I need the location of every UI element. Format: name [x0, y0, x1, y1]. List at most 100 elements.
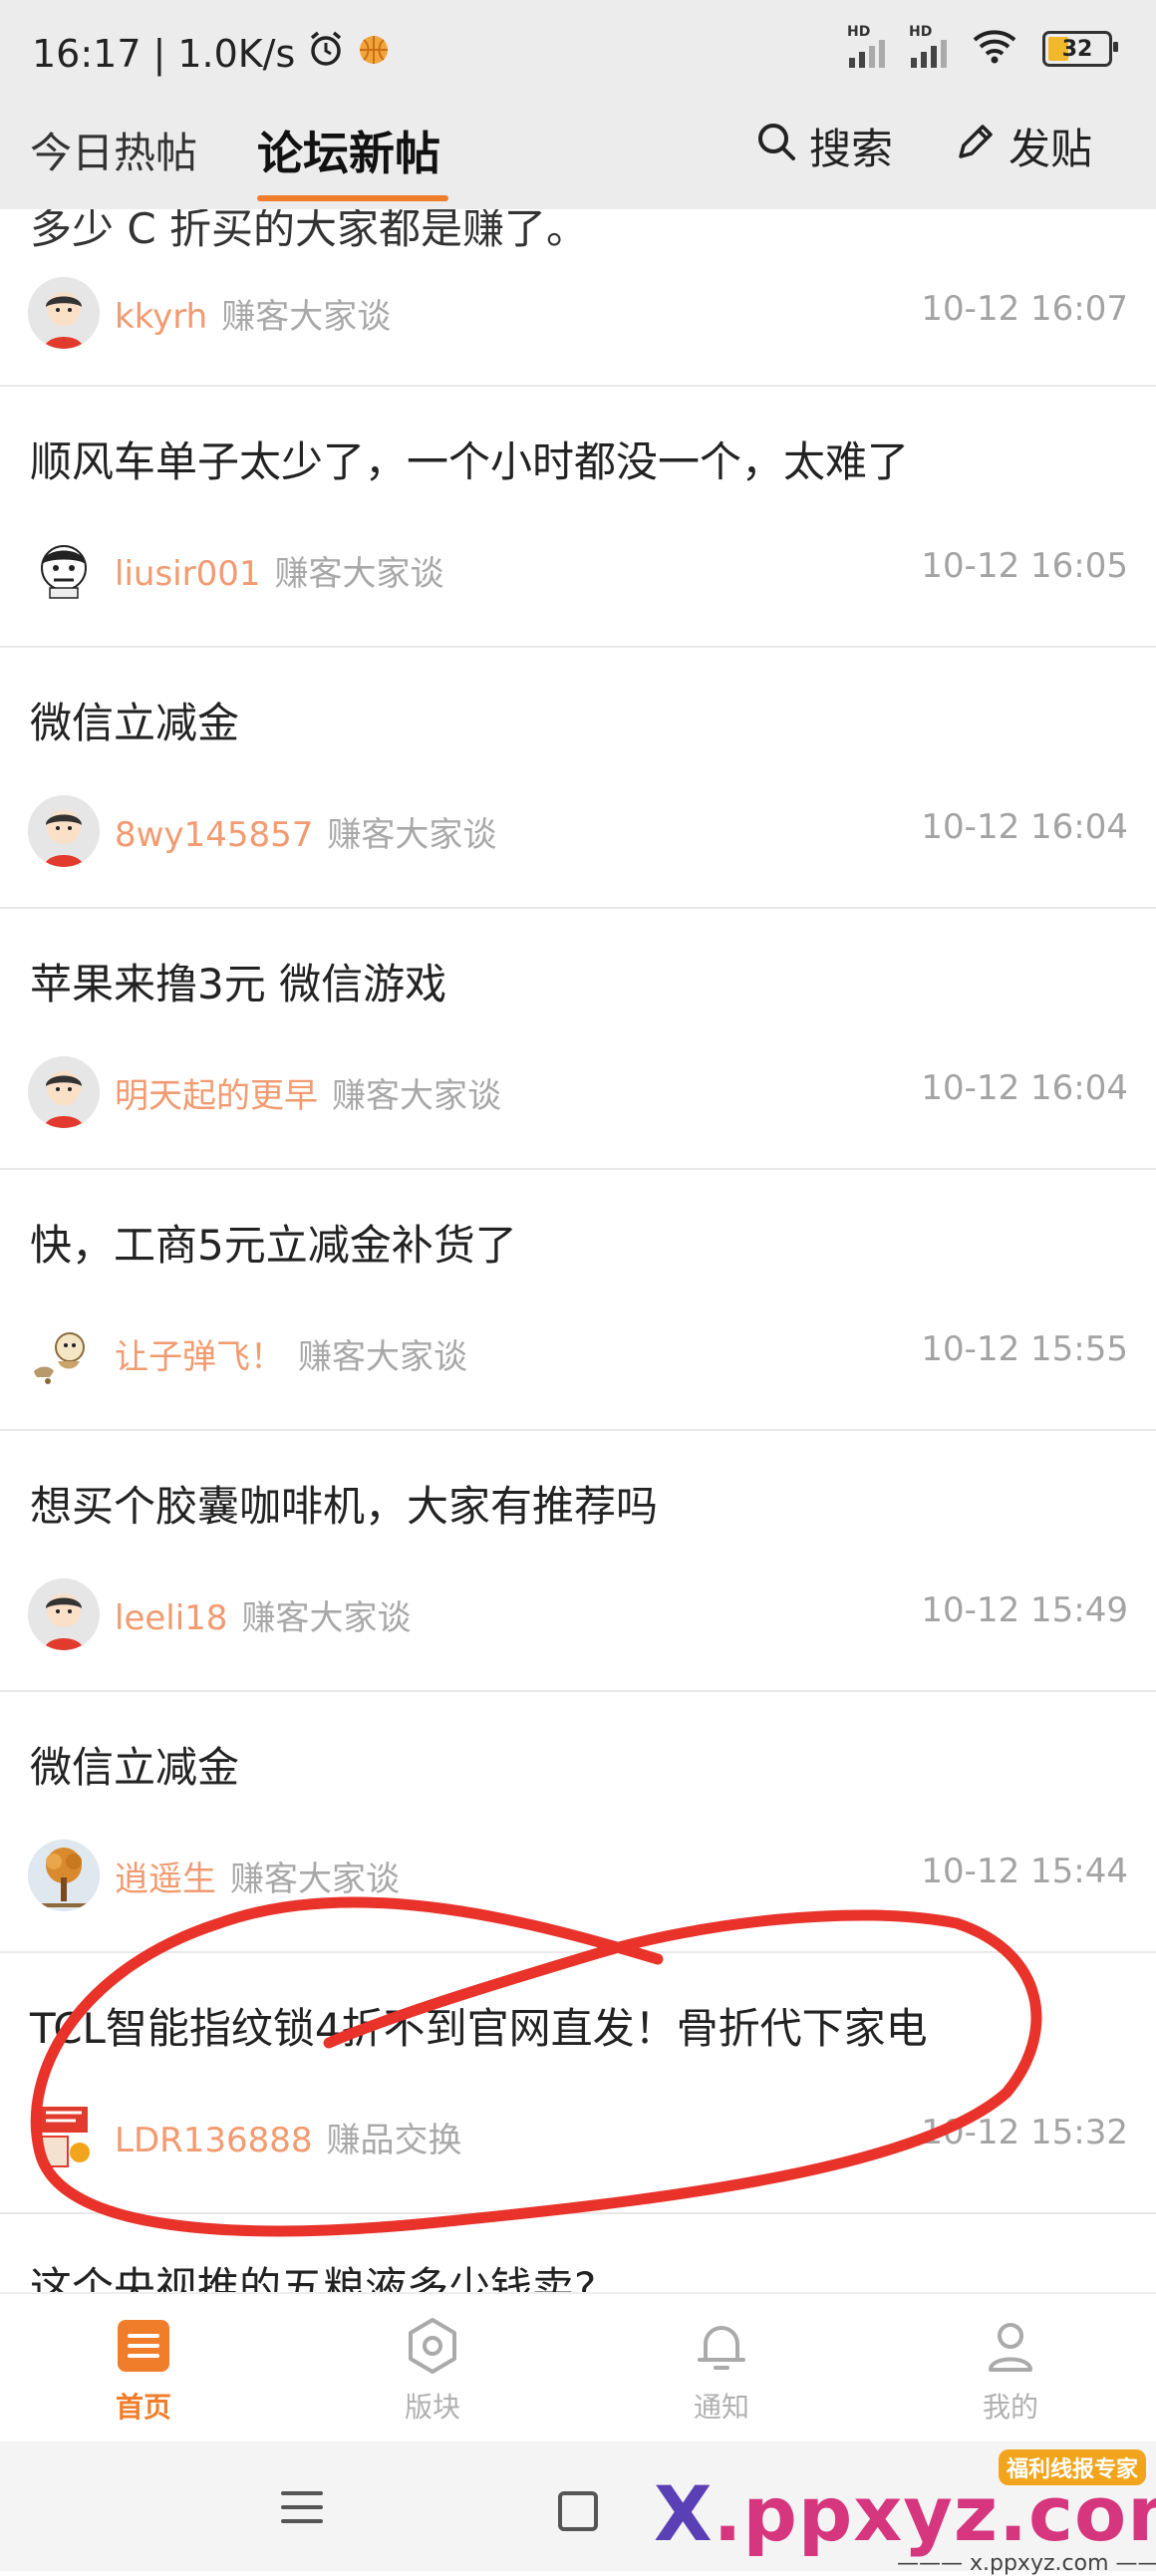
status-separator: | — [152, 31, 166, 76]
post-time: 10-12 15:49 — [921, 1590, 1128, 1630]
post-item[interactable]: 顺风车单子太少了，一个小时都没一个，太难了 liusir001 赚客大家谈 10-… — [0, 385, 1156, 648]
author-name[interactable]: LDR136888 — [115, 2121, 313, 2160]
home-icon — [114, 2320, 173, 2380]
menu-icon[interactable] — [281, 2489, 323, 2529]
post-title[interactable]: 顺风车单子太少了，一个小时都没一个，太难了 — [30, 429, 909, 489]
new-post-button[interactable]: 发贴 — [955, 116, 1092, 176]
post-item[interactable]: TCL智能指纹锁4折不到官网直发！骨折代下家电 LDR136888 赚品交换 10… — [0, 1951, 1156, 2214]
avatar[interactable] — [28, 1056, 100, 1128]
post-item[interactable]: 这个央视推的五粮液多少钱卖? — [0, 2212, 1156, 2292]
board-name[interactable]: 赚客大家谈 — [298, 1337, 467, 1377]
post-item[interactable]: 快，工商5元立减金补货了 让子弹飞！ 赚客大家谈 10-12 15:55 — [0, 1168, 1156, 1431]
avatar[interactable] — [28, 2101, 100, 2172]
post-time: 10-12 15:32 — [921, 2113, 1128, 2152]
post-title[interactable]: 这个央视推的五粮液多少钱卖? — [30, 2254, 596, 2292]
hd-label-2: HD — [909, 24, 933, 40]
status-left: 16:17 | 1.0K/s — [32, 30, 391, 77]
post-title[interactable]: 苹果来撸3元 微信游戏 — [30, 951, 446, 1011]
battery-level: 32 — [1061, 36, 1093, 62]
board-name[interactable]: 赚客大家谈 — [327, 815, 496, 855]
post-title[interactable]: 微信立减金 — [30, 1734, 239, 1795]
top-nav: 今日热帖 论坛新帖 搜索 发贴 — [0, 110, 1156, 209]
post-meta: liusir001 赚客大家谈 10-12 16:05 — [0, 526, 1156, 616]
board-name[interactable]: 赚品交换 — [327, 2121, 462, 2160]
alarm-icon — [307, 30, 345, 77]
post-meta: LDR136888 赚品交换 10-12 15:32 — [0, 2093, 1156, 2182]
author-name[interactable]: 明天起的更早 — [115, 1076, 318, 1116]
post-meta: 8wy145857 赚客大家谈 10-12 16:04 — [0, 787, 1156, 877]
status-bar: 16:17 | 1.0K/s HD HD 32 — [0, 0, 1156, 110]
bottom-tab-profile[interactable]: 我的 — [931, 2316, 1090, 2426]
post-title[interactable]: TCL智能指纹锁4折不到官网直发！骨折代下家电 — [30, 1995, 928, 2056]
author-name[interactable]: 逍遥生 — [115, 1860, 216, 1899]
author-line: 8wy145857 赚客大家谈 — [115, 807, 496, 856]
tab-forum-new[interactable]: 论坛新帖 — [257, 118, 440, 183]
cut-off-post-title[interactable]: 多少 C 折买的大家都是赚了。 — [30, 209, 588, 256]
author-name[interactable]: leeli18 — [115, 1598, 227, 1638]
status-speed: 1.0K/s — [177, 31, 296, 76]
signal-icon: HD — [847, 24, 885, 68]
watermark-tag: 福利线报专家 — [998, 2449, 1146, 2485]
author-name[interactable]: 让子弹飞！ — [115, 1337, 284, 1377]
bottom-tab-label: 首页 — [115, 2391, 171, 2424]
post-label: 发贴 — [1009, 125, 1093, 173]
post-time: 10-12 16:04 — [921, 807, 1128, 847]
bottom-tab-label: 通知 — [693, 2391, 749, 2424]
author-name[interactable]: 8wy145857 — [115, 815, 313, 855]
post-meta: 明天起的更早 赚客大家谈 10-12 16:04 — [0, 1048, 1156, 1138]
bottom-nav: 首页 版块 通知 我的 — [0, 2292, 1156, 2443]
post-title[interactable]: 微信立减金 — [30, 690, 239, 750]
board-name[interactable]: 赚客大家谈 — [332, 1076, 501, 1116]
avatar[interactable] — [28, 1317, 100, 1389]
author-line: 逍遥生 赚客大家谈 — [115, 1852, 400, 1900]
post-item[interactable]: 想买个胶囊咖啡机，大家有推荐吗 leeli18 赚客大家谈 10-12 15:49 — [0, 1429, 1156, 1692]
avatar[interactable] — [28, 1840, 100, 1911]
post-list: 多少 C 折买的大家都是赚了。 kkyrh 赚客大家谈 10-12 16:07 顺… — [0, 209, 1156, 2292]
status-time: 16:17 — [32, 31, 142, 76]
board-name[interactable]: 赚客大家谈 — [230, 1860, 400, 1899]
hd-label: HD — [847, 24, 871, 40]
post-time: 10-12 16:07 — [921, 289, 1128, 329]
post-time: 10-12 15:55 — [921, 1329, 1128, 1369]
bottom-tab-home[interactable]: 首页 — [64, 2316, 223, 2426]
post-title[interactable]: 快，工商5元立减金补货了 — [30, 1212, 517, 1273]
post-item[interactable]: 微信立减金 逍遥生 赚客大家谈 10-12 15:44 — [0, 1690, 1156, 1953]
avatar[interactable] — [28, 1578, 100, 1650]
author-line: liusir001 赚客大家谈 — [115, 546, 443, 595]
board-name[interactable]: 赚客大家谈 — [274, 554, 443, 594]
post-title[interactable]: 想买个胶囊咖啡机，大家有推荐吗 — [30, 1473, 658, 1534]
post-time: 10-12 16:05 — [921, 546, 1128, 586]
avatar[interactable] — [28, 534, 100, 606]
bottom-tab-boards[interactable]: 版块 — [353, 2316, 512, 2426]
post-time: 10-12 16:04 — [921, 1068, 1128, 1108]
watermark-logo: X.ppxyz.com 福利线报专家 ——— x.ppxyz.com ——— — [648, 2449, 1156, 2576]
post-meta: 逍遥生 赚客大家谈 10-12 15:44 — [0, 1832, 1156, 1921]
post-item[interactable]: 苹果来撸3元 微信游戏 明天起的更早 赚客大家谈 10-12 16:04 — [0, 907, 1156, 1170]
home-square-icon[interactable] — [558, 2491, 598, 2531]
avatar[interactable] — [28, 277, 100, 349]
bottom-tab-label: 版块 — [404, 2391, 460, 2424]
avatar[interactable] — [28, 795, 100, 867]
active-tab-indicator — [257, 195, 448, 201]
post-meta[interactable]: kkyrh 赚客大家谈 10-12 16:07 — [0, 269, 1156, 379]
post-meta: 让子弹飞！ 赚客大家谈 10-12 15:55 — [0, 1309, 1156, 1399]
author-name[interactable]: kkyrh — [115, 297, 207, 337]
user-icon — [981, 2323, 1040, 2380]
author-name[interactable]: liusir001 — [115, 554, 260, 594]
author-line: LDR136888 赚品交换 — [115, 2113, 462, 2161]
bottom-tab-notifications[interactable]: 通知 — [642, 2316, 801, 2426]
hexagon-icon — [403, 2318, 462, 2380]
search-button[interactable]: 搜索 — [755, 116, 893, 176]
status-icons: HD HD 32 — [847, 24, 1118, 68]
post-item[interactable]: 微信立减金 8wy145857 赚客大家谈 10-12 16:04 — [0, 646, 1156, 909]
author-line: 明天起的更早 赚客大家谈 — [115, 1068, 501, 1117]
watermark-x: X — [654, 2469, 714, 2558]
board-name[interactable]: 赚客大家谈 — [241, 1598, 411, 1638]
bell-icon — [692, 2326, 751, 2380]
author-line: leeli18 赚客大家谈 — [115, 1590, 411, 1639]
board-name[interactable]: 赚客大家谈 — [221, 297, 391, 337]
post-time: 10-12 15:44 — [921, 1852, 1128, 1891]
watermark-sub: ——— x.ppxyz.com ——— — [897, 2551, 1156, 2576]
tab-today-hot[interactable]: 今日热帖 — [30, 120, 197, 180]
author-line: kkyrh 赚客大家谈 — [115, 289, 391, 338]
